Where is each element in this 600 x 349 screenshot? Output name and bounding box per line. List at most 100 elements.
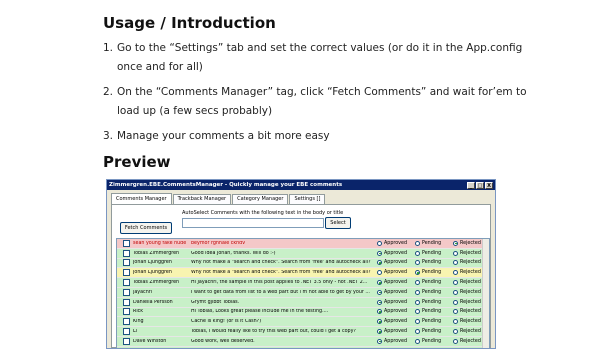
- status-label: Rejected: [460, 300, 481, 305]
- comment-text: Cache is king! (or is it Cash?): [191, 319, 377, 324]
- steps-list: 1. Go to the “Settings” tab and set the …: [103, 39, 583, 146]
- status-label: Pending: [422, 241, 441, 246]
- comment-author: Dave Winston: [133, 339, 191, 344]
- status-radio-approved[interactable]: Approved: [377, 319, 415, 324]
- step-number: 1.: [103, 39, 117, 77]
- radio-icon: [415, 260, 420, 265]
- tab-settings[interactable]: Settings []: [289, 194, 325, 204]
- row-checkbox[interactable]: [123, 259, 130, 266]
- fetch-comments-button[interactable]: Fetch Comments: [120, 222, 172, 234]
- comment-text: Hi Tobias, Looks great please include me…: [191, 309, 377, 314]
- radio-icon: [453, 300, 458, 305]
- comment-author: sean young fake nude: [133, 241, 191, 246]
- status-label: Approved: [384, 260, 407, 265]
- tab-trackback-manager[interactable]: Trackback Manager: [173, 194, 231, 204]
- comment-author: Rick: [133, 309, 191, 314]
- usage-heading: Usage / Introduction: [103, 14, 276, 32]
- radio-icon: [415, 319, 420, 324]
- radio-icon: [377, 251, 382, 256]
- status-radio-approved[interactable]: Approved: [377, 309, 415, 314]
- row-checkbox[interactable]: [123, 240, 130, 247]
- row-checkbox[interactable]: [123, 318, 130, 325]
- table-row[interactable]: Dave WinstonGood work, well deserved. App…: [117, 337, 489, 347]
- status-radio-approved[interactable]: Approved: [377, 241, 415, 246]
- row-checkbox[interactable]: [123, 328, 130, 335]
- tab-category-manager[interactable]: Category Manager: [232, 194, 288, 204]
- table-row[interactable]: Johan LjunggrenWhy not make a "search an…: [117, 259, 489, 269]
- status-radio-pending[interactable]: Pending: [415, 300, 453, 305]
- status-radio-pending[interactable]: Pending: [415, 339, 453, 344]
- grid-scrollbar[interactable]: [482, 239, 489, 349]
- status-label: Approved: [384, 300, 407, 305]
- window-title: Zimmergren.EBE.CommentsManager - Quickly…: [109, 182, 466, 188]
- autoselect-input[interactable]: [182, 218, 324, 228]
- status-radio-pending[interactable]: Pending: [415, 241, 453, 246]
- row-checkbox[interactable]: [123, 299, 130, 306]
- status-label: Approved: [384, 309, 407, 314]
- status-label: Rejected: [460, 309, 481, 314]
- status-radio-pending[interactable]: Pending: [415, 251, 453, 256]
- status-radio-approved[interactable]: Approved: [377, 280, 415, 285]
- comment-text: I want to get data from list to a web pa…: [191, 290, 377, 295]
- minimize-button[interactable]: _: [467, 182, 475, 189]
- table-row[interactable]: sean young fake nudebeymor rghnale ckndv…: [117, 239, 489, 249]
- step-number: 2.: [103, 83, 117, 121]
- status-radio-pending[interactable]: Pending: [415, 270, 453, 275]
- status-radio-pending[interactable]: Pending: [415, 260, 453, 265]
- status-radio-pending[interactable]: Pending: [415, 319, 453, 324]
- radio-icon: [377, 339, 382, 344]
- status-radio-approved[interactable]: Approved: [377, 300, 415, 305]
- table-row[interactable]: LiTobias, I would really like to try thi…: [117, 327, 489, 337]
- table-row[interactable]: Tobias ZimmergrenGood idea Johan, thanks…: [117, 249, 489, 259]
- step-text: Go to the “Settings” tab and set the cor…: [117, 42, 522, 54]
- status-radio-approved[interactable]: Approved: [377, 329, 415, 334]
- radio-icon: [377, 260, 382, 265]
- radio-icon: [453, 280, 458, 285]
- radio-icon: [453, 319, 458, 324]
- status-label: Approved: [384, 339, 407, 344]
- row-checkbox[interactable]: [123, 308, 130, 315]
- comment-text: Good work, well deserved.: [191, 339, 377, 344]
- status-radio-pending[interactable]: Pending: [415, 290, 453, 295]
- status-radio-approved[interactable]: Approved: [377, 260, 415, 265]
- comment-author: jayachri: [133, 290, 191, 295]
- status-radio-approved[interactable]: Approved: [377, 251, 415, 256]
- table-row[interactable]: Daniella PerssonGrymt gjibbt Tobias.Appr…: [117, 298, 489, 308]
- radio-icon: [415, 251, 420, 256]
- radio-icon: [453, 329, 458, 334]
- select-button[interactable]: Select: [325, 217, 351, 229]
- tab-comments-manager[interactable]: Comments Manager: [111, 193, 172, 204]
- table-row[interactable]: Johan LjunggrenWhy not make a "search an…: [117, 268, 489, 278]
- radio-icon: [377, 270, 382, 275]
- row-checkbox[interactable]: [123, 338, 130, 345]
- autoselect-label: AutoSelect Comments with the following t…: [182, 210, 343, 216]
- maximize-button[interactable]: □: [476, 182, 484, 189]
- table-row[interactable]: RickHi Tobias, Looks great please includ…: [117, 308, 489, 318]
- status-radio-pending[interactable]: Pending: [415, 329, 453, 334]
- status-label: Rejected: [460, 260, 481, 265]
- status-radio-pending[interactable]: Pending: [415, 309, 453, 314]
- radio-icon: [415, 270, 420, 275]
- status-radio-approved[interactable]: Approved: [377, 290, 415, 295]
- status-label: Pending: [422, 319, 441, 324]
- row-checkbox[interactable]: [123, 279, 130, 286]
- preview-heading: Preview: [103, 153, 171, 171]
- status-label: Pending: [422, 260, 441, 265]
- table-row[interactable]: KingCache is king! (or is it Cash?)Appro…: [117, 317, 489, 327]
- status-label: Pending: [422, 339, 441, 344]
- comment-author: Daniella Persson: [133, 300, 191, 305]
- table-row[interactable]: Tobias ZimmergrenHi Jayachri, the sample…: [117, 278, 489, 288]
- radio-icon: [453, 251, 458, 256]
- window-titlebar: Zimmergren.EBE.CommentsManager - Quickly…: [107, 180, 495, 190]
- app-screenshot: Zimmergren.EBE.CommentsManager - Quickly…: [106, 179, 496, 349]
- close-button[interactable]: X: [485, 182, 493, 189]
- row-checkbox[interactable]: [123, 289, 130, 296]
- status-radio-approved[interactable]: Approved: [377, 339, 415, 344]
- row-checkbox[interactable]: [123, 269, 130, 276]
- step-text: Manage your comments a bit more easy: [117, 127, 583, 146]
- table-row[interactable]: jayachriI want to get data from list to …: [117, 288, 489, 298]
- comment-text: Why not make a "search and check". Searc…: [191, 270, 377, 275]
- status-radio-pending[interactable]: Pending: [415, 280, 453, 285]
- row-checkbox[interactable]: [123, 250, 130, 257]
- status-radio-approved[interactable]: Approved: [377, 270, 415, 275]
